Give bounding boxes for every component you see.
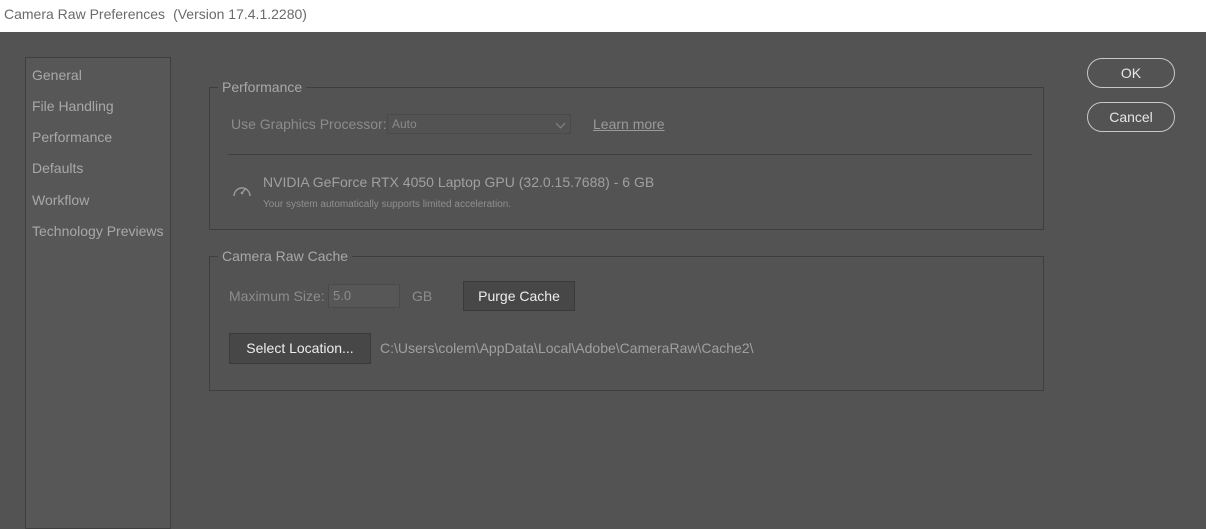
- gpu-select-value: Auto: [392, 117, 417, 131]
- sidebar-item-technology-previews[interactable]: Technology Previews: [32, 223, 164, 239]
- gauge-icon: [233, 187, 251, 197]
- chevron-down-icon: [555, 118, 566, 129]
- select-location-button[interactable]: Select Location...: [229, 333, 371, 364]
- purge-cache-button[interactable]: Purge Cache: [463, 281, 575, 311]
- gpu-note: Your system automatically supports limit…: [263, 199, 512, 210]
- performance-legend: Performance: [218, 79, 307, 95]
- performance-divider: [228, 154, 1032, 155]
- max-size-unit: GB: [412, 288, 433, 304]
- sidebar-item-file-handling[interactable]: File Handling: [32, 98, 114, 114]
- max-size-input[interactable]: 5.0: [328, 284, 400, 308]
- title-bar: Camera Raw Preferences (Version 17.4.1.22…: [0, 0, 1206, 32]
- max-size-label: Maximum Size:: [229, 288, 325, 304]
- cache-legend: Camera Raw Cache: [218, 248, 353, 264]
- cache-group: Camera Raw Cache Maximum Size: 5.0 GB Pu…: [209, 248, 1044, 391]
- cancel-button[interactable]: Cancel: [1087, 102, 1175, 132]
- cache-path: C:\Users\colem\AppData\Local\Adobe\Camer…: [380, 340, 754, 356]
- gpu-select[interactable]: Auto: [387, 114, 571, 134]
- preferences-sidebar: General File Handling Performance Defaul…: [25, 57, 171, 529]
- sidebar-item-defaults[interactable]: Defaults: [32, 160, 83, 176]
- window-title: Camera Raw Preferences: [4, 6, 166, 22]
- sidebar-item-performance[interactable]: Performance: [32, 129, 112, 145]
- gpu-name: NVIDIA GeForce RTX 4050 Laptop GPU (32.0…: [263, 174, 655, 190]
- learn-more-link[interactable]: Learn more: [593, 116, 665, 132]
- ok-button[interactable]: OK: [1087, 58, 1175, 88]
- sidebar-item-workflow[interactable]: Workflow: [32, 192, 89, 208]
- performance-group: Performance Use Graphics Processor: Auto…: [209, 79, 1044, 230]
- gpu-label: Use Graphics Processor:: [231, 116, 387, 132]
- window-version: (Version 17.4.1.2280): [173, 6, 307, 22]
- sidebar-item-general[interactable]: General: [32, 67, 82, 83]
